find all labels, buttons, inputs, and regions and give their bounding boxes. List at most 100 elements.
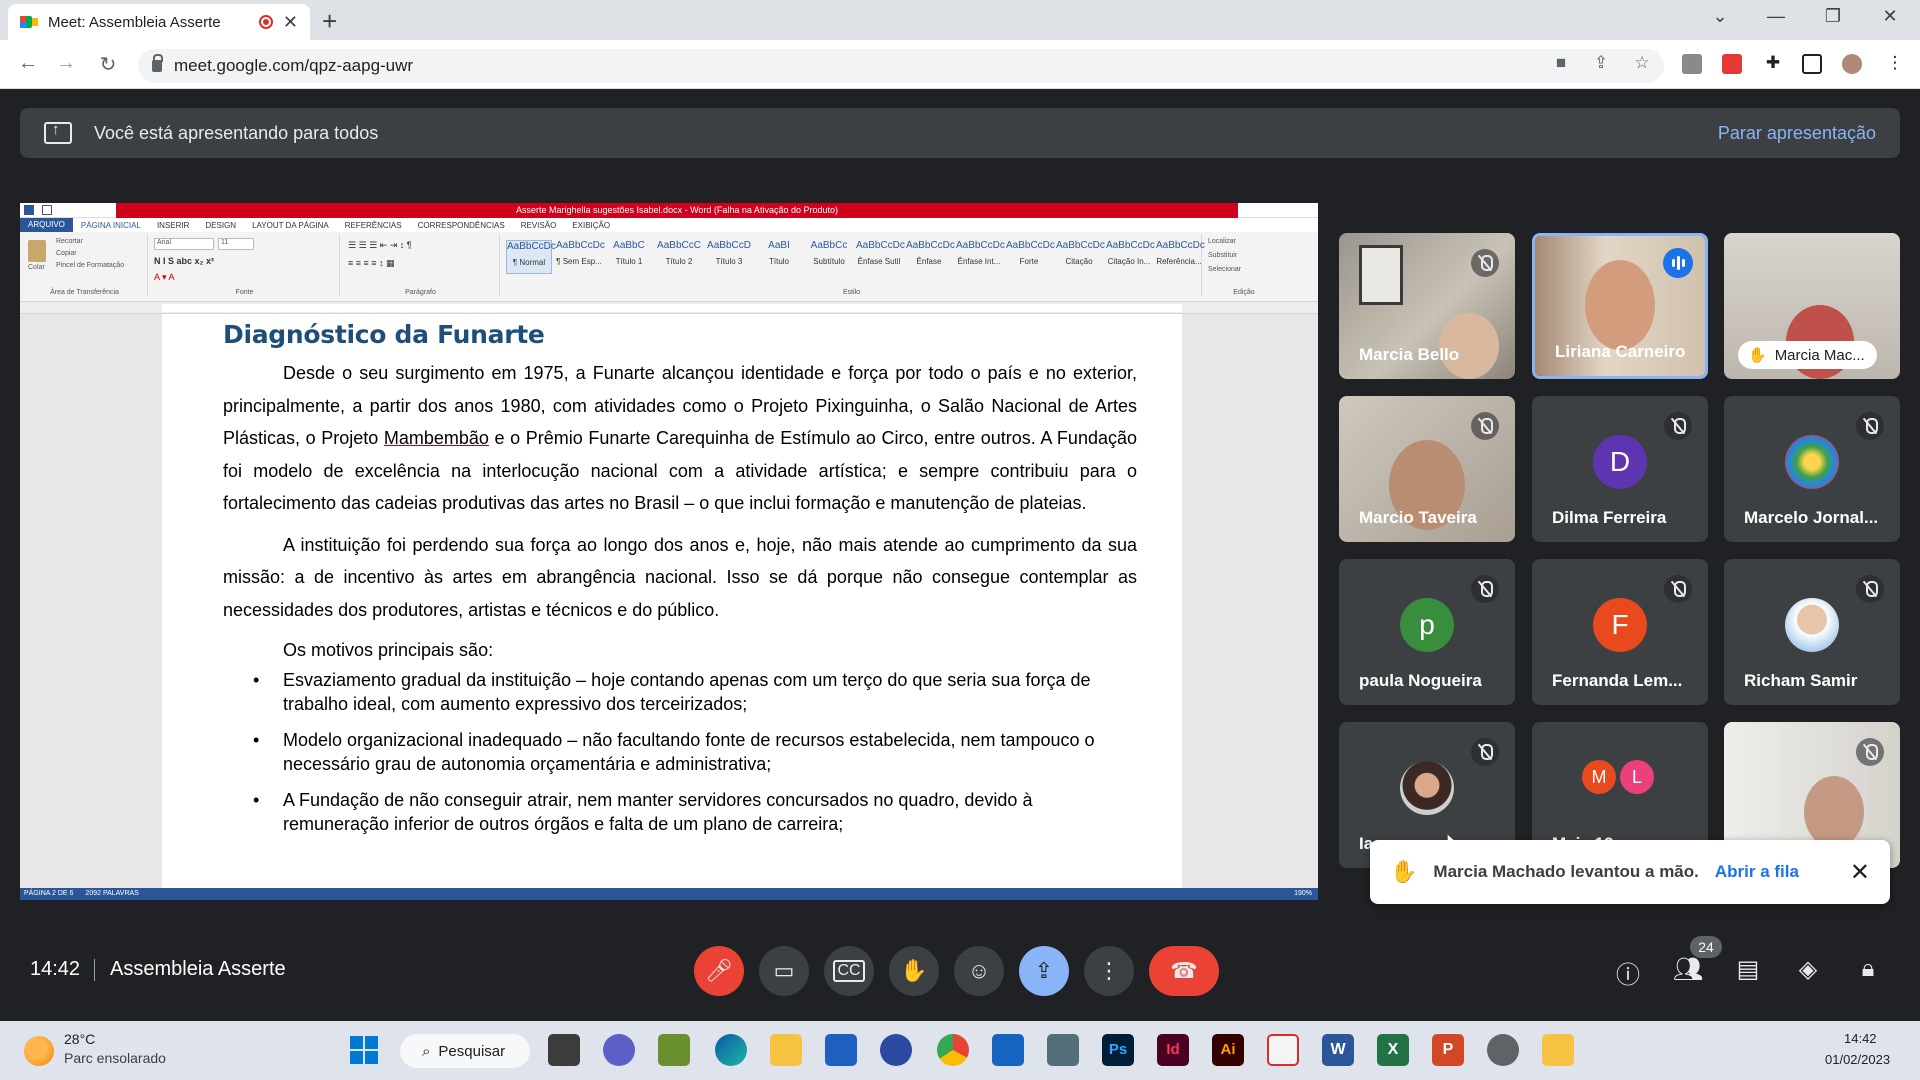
bookmark-star-icon[interactable]: ☆ [1629,53,1655,73]
open-queue-button[interactable]: Abrir a fila [1715,862,1799,882]
style-option[interactable]: AaBbCcDc Forte [1006,240,1055,274]
font-name-field[interactable]: Arial [154,238,214,250]
folder-icon[interactable] [1542,1034,1574,1066]
app-icon[interactable] [658,1034,690,1066]
maximize-button[interactable]: ❐ [1813,6,1853,27]
task-view-icon[interactable] [548,1034,580,1066]
style-option[interactable]: AaBbCcDc Citação In... [1106,240,1155,274]
word-tab-exibicao[interactable]: EXIBIÇÃO [564,221,618,230]
word-tab-revisao[interactable]: REVISÃO [513,221,565,230]
document-body[interactable]: Diagnóstico da Funarte Desde o seu surgi… [223,314,1137,848]
word-tab-inserir[interactable]: INSERIR [149,221,197,230]
powerpoint-icon[interactable]: P [1432,1034,1464,1066]
back-arrow-icon[interactable]: ← [14,52,42,75]
present-button[interactable]: ⇪ [1019,946,1069,996]
participant-tile[interactable]: ✋ Marcia Mac... [1724,233,1900,379]
illustrator-icon[interactable]: Ai [1212,1034,1244,1066]
raise-hand-button[interactable]: ✋ [889,946,939,996]
settings-gear-icon[interactable] [1487,1034,1519,1066]
align-icons[interactable]: ≡ ≡ ≡ ≡ ↕ ▦ [348,258,395,269]
style-option[interactable]: AaBbCcC Título 2 [656,240,702,274]
edge-icon[interactable] [715,1034,747,1066]
weather-icon[interactable] [24,1036,54,1066]
meeting-details-icon[interactable]: ⓘ [1610,955,1646,990]
extension-icon[interactable] [1682,54,1702,74]
stop-presenting-button[interactable]: Parar apresentação [1718,123,1876,144]
activities-icon[interactable]: ◈ [1790,955,1826,984]
word-tab-arquivo[interactable]: ARQUIVO [20,218,73,232]
close-window-button[interactable]: ✕ [1870,6,1910,27]
browser-tab[interactable]: Meet: Assembleia Asserte ✕ [8,4,310,40]
extension-icon[interactable] [1722,54,1742,74]
reactions-button[interactable]: ☺ [954,946,1004,996]
format-painter-button[interactable]: Pincel de Formatação [56,262,124,269]
minimize-button[interactable]: — [1756,6,1796,27]
select-button[interactable]: Selecionar [1208,266,1241,273]
host-controls-icon[interactable]: 🔒︎ [1850,955,1886,983]
camera-icon[interactable]: ■ [1548,53,1574,73]
style-option[interactable]: AaBbCcDc ¶ Normal [506,240,556,274]
excel-icon[interactable]: X [1377,1034,1409,1066]
side-panel-icon[interactable] [1802,54,1822,74]
style-option[interactable]: AaBbCc Subtítulo [806,240,852,274]
photoshop-icon[interactable]: Ps [1102,1034,1134,1066]
cut-button[interactable]: Recortar [56,238,83,245]
style-option[interactable]: AaBbCcDc Citação [1056,240,1105,274]
word-tab-design[interactable]: DESIGN [197,221,244,230]
captions-button[interactable]: CC [824,946,874,996]
bold-italic-underline-icons[interactable]: N I S abc x₂ x² [154,256,214,266]
font-size-field[interactable]: 11 [218,238,254,250]
copy-button[interactable]: Copiar [56,250,77,257]
more-options-button[interactable]: ⋮ [1084,946,1134,996]
style-option[interactable]: AaBbCcD Título 3 [706,240,752,274]
participant-tile[interactable]: Marcelo Jornal... [1724,396,1900,542]
word-tab-pagina-inicial[interactable]: PÁGINA INICIAL [73,221,149,230]
notepad-icon[interactable] [992,1034,1024,1066]
word-tab-referencias[interactable]: REFERÊNCIAS [337,221,410,230]
word-icon[interactable]: W [1322,1034,1354,1066]
store-icon[interactable] [825,1034,857,1066]
zoom-level[interactable]: 190% [1294,888,1318,900]
tab-search-icon[interactable]: ⌄ [1700,6,1740,27]
participant-tile[interactable]: D Dilma Ferreira [1532,396,1708,542]
microphone-off-button[interactable]: 🎤︎ [694,946,744,996]
style-option[interactable]: AaBbCcDc Ênfase Sutil [856,240,905,274]
puzzle-icon[interactable]: ✚ [1760,53,1786,73]
calculator-icon[interactable] [1047,1034,1079,1066]
leave-call-button[interactable]: ☎ [1149,946,1219,996]
teams-chat-icon[interactable] [603,1034,635,1066]
forward-arrow-icon[interactable]: → [52,52,80,75]
camera-button[interactable]: ▭ [759,946,809,996]
profile-avatar[interactable] [1842,54,1862,74]
list-icons[interactable]: ☰ ☰ ☰ ⇤ ⇥ ↕ ¶ [348,240,412,251]
participant-tile[interactable]: Marcia Bello [1339,233,1515,379]
participant-tile[interactable]: Liriana Carneiro [1532,233,1708,379]
new-tab-button[interactable]: + [322,6,337,37]
chat-icon[interactable]: ▤ [1730,955,1766,984]
acrobat-icon[interactable] [1267,1034,1299,1066]
word-tab-correspondencias[interactable]: CORRESPONDÊNCIAS [410,221,513,230]
people-icon[interactable]: 👥︎ [1670,955,1706,984]
save-icon[interactable] [42,205,52,215]
style-option[interactable]: AaBbCcDc Referência... [1156,240,1205,274]
share-icon[interactable]: ⇪ [1588,53,1614,73]
close-tab-icon[interactable]: ✕ [283,12,298,33]
style-option[interactable]: AaBbCcDc Ênfase Int... [956,240,1005,274]
chrome-icon[interactable] [937,1034,969,1066]
participant-tile[interactable]: p paula Nogueira [1339,559,1515,705]
app-icon[interactable] [880,1034,912,1066]
participant-tile[interactable]: Richam Samir [1724,559,1900,705]
style-option[interactable]: AaBI Título [756,240,802,274]
style-option[interactable]: AaBbCcDc ¶ Sem Esp... [556,240,605,274]
menu-icon[interactable]: ⋮ [1882,53,1908,73]
find-button[interactable]: Localizar [1208,238,1236,245]
taskbar-clock-time[interactable]: 14:42 [1844,1031,1877,1046]
address-bar[interactable]: meet.google.com/qpz-aapg-uwr [138,49,1664,83]
file-explorer-icon[interactable] [770,1034,802,1066]
paste-icon[interactable] [28,240,46,262]
style-option[interactable]: AaBbCcDc Ênfase [906,240,955,274]
indesign-icon[interactable]: Id [1157,1034,1189,1066]
taskbar-search[interactable]: ⌕ Pesquisar [400,1034,530,1068]
font-color-icons[interactable]: A ▾ A [154,272,175,283]
participant-tile[interactable]: F Fernanda Lem... [1532,559,1708,705]
